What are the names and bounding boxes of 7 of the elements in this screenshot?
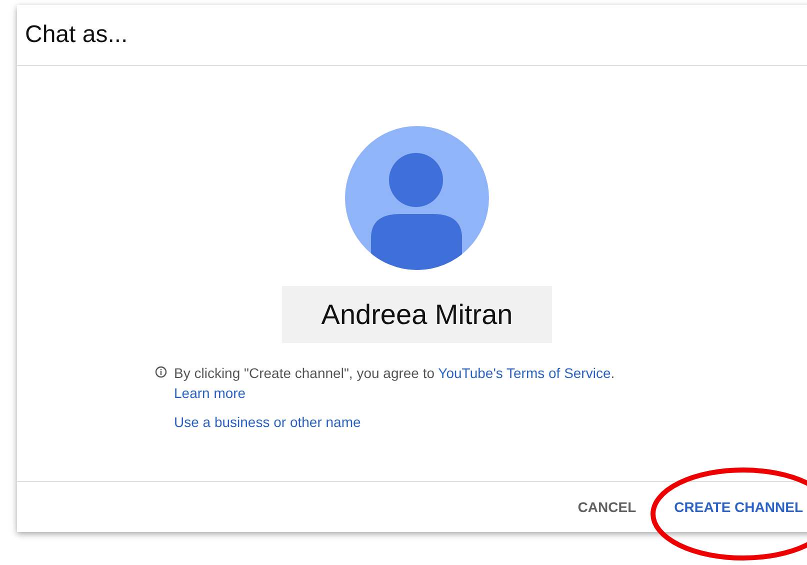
terms-notice: By clicking "Create channel", you agree to YouTube's Terms of Service. — [174, 364, 615, 383]
terms-link[interactable]: YouTube's Terms of Service — [438, 365, 611, 381]
learn-more-link[interactable]: Learn more — [174, 383, 246, 403]
alternate-name-link[interactable]: Use a business or other name — [174, 412, 361, 432]
channel-name: Andreea Mitran — [282, 286, 552, 343]
dialog-title: Chat as... — [25, 20, 128, 50]
cancel-button[interactable]: CANCEL — [570, 490, 644, 524]
